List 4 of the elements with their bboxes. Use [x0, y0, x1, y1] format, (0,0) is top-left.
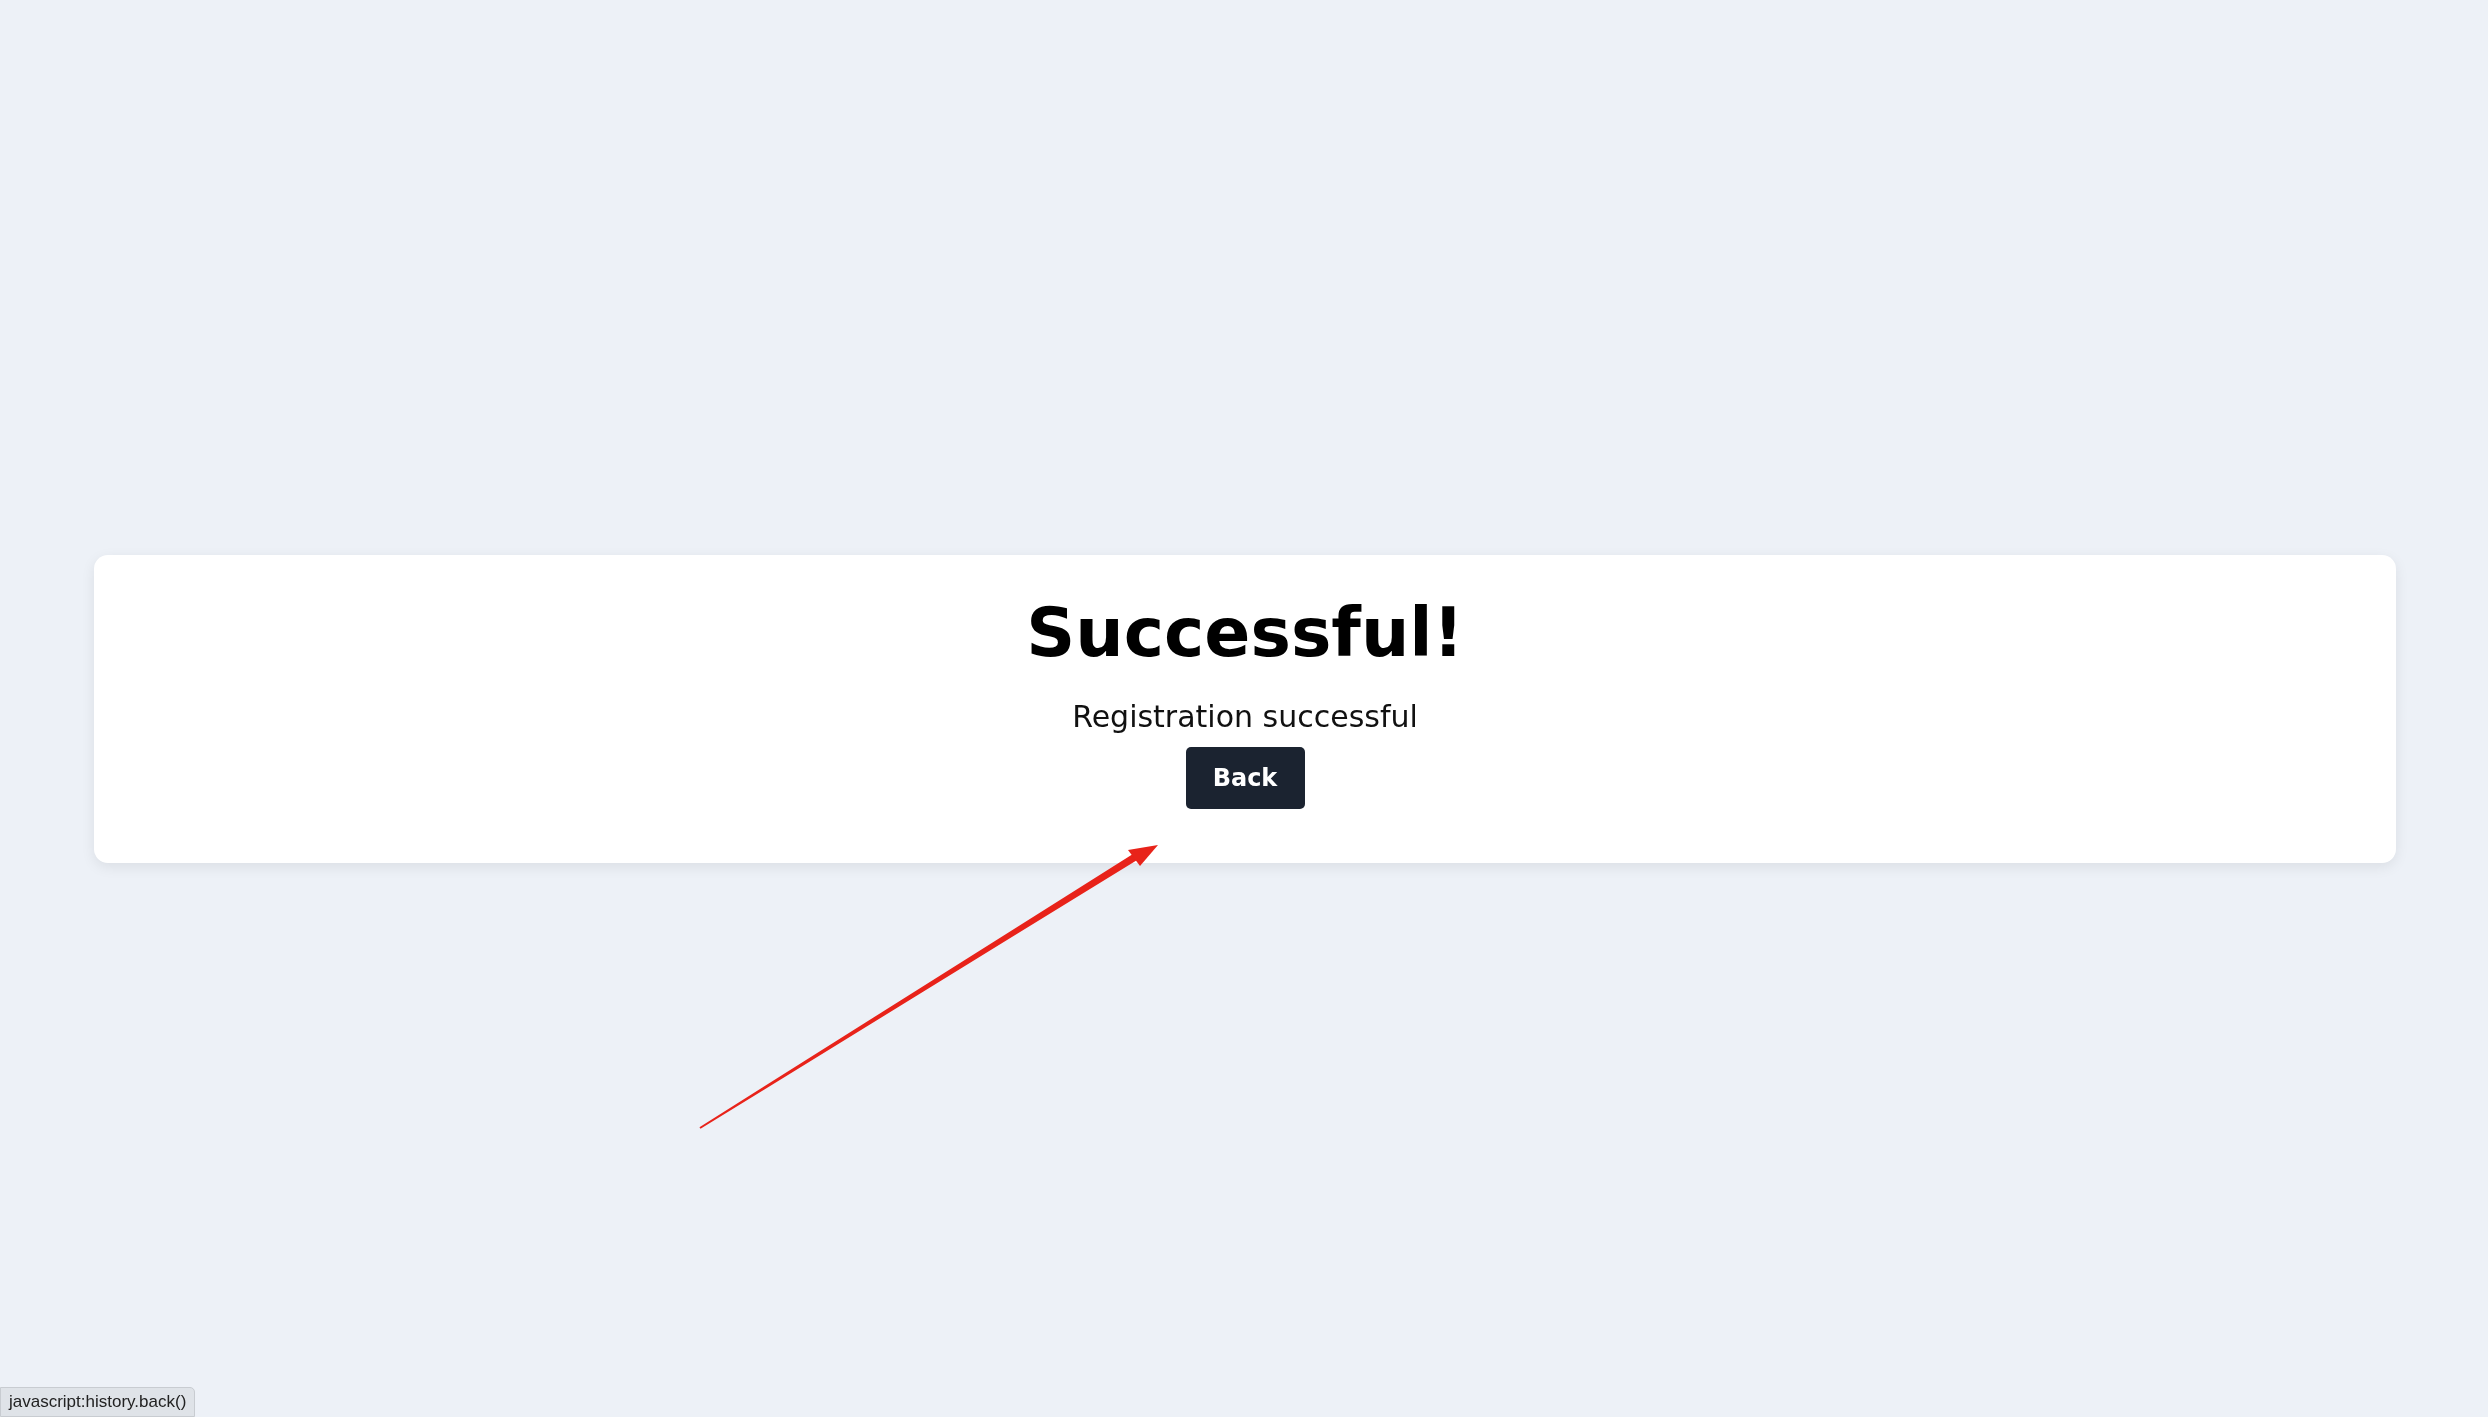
back-button[interactable]: Back [1185, 747, 1305, 809]
status-bar-url: javascript:history.back() [0, 1387, 196, 1417]
success-message: Registration successful [1072, 698, 1418, 736]
success-title: Successful! [1026, 592, 1464, 674]
